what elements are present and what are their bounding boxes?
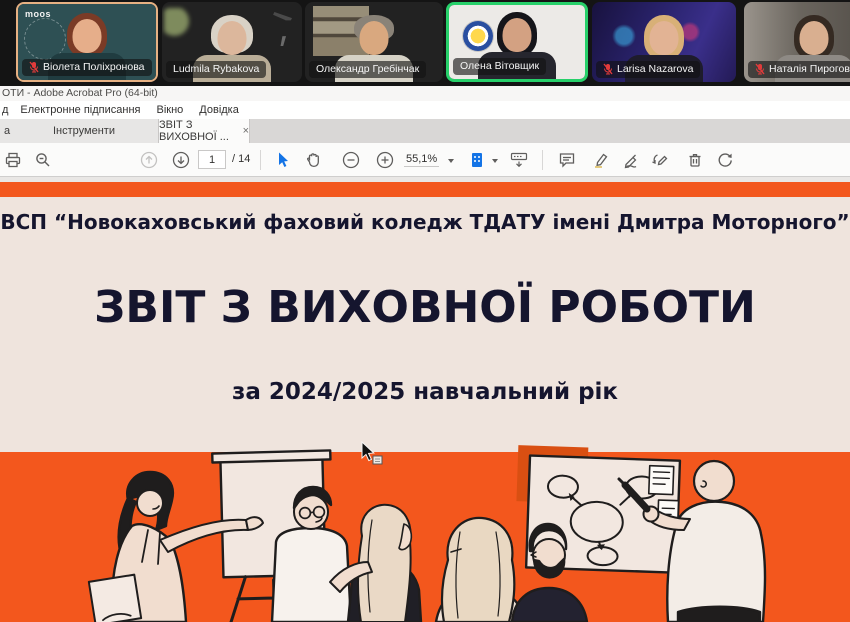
search-icon[interactable] [32, 149, 54, 171]
menu-item-window[interactable]: Вікно [148, 101, 191, 119]
participant-name-pill: Олександр Гребінчак [309, 61, 426, 78]
participant-name: Олександр Гребінчак [316, 63, 419, 75]
participant-tile-oleksandr[interactable]: Олександр Гребінчак [305, 2, 443, 82]
video-strip: moos Віолета Поліхронова Ludmila Rybakov… [0, 0, 850, 86]
slide-subtitle: за 2024/2025 навчальний рік [0, 379, 850, 405]
comment-icon[interactable] [556, 149, 578, 171]
participant-name: Ludmila Rybakova [173, 63, 259, 75]
participant-name-pill: Віолета Поліхронова [22, 59, 152, 76]
fit-page-icon[interactable] [466, 149, 488, 171]
slide-orange-top-bar [0, 182, 850, 197]
page-number-input[interactable] [198, 150, 226, 169]
toolbar-divider [542, 150, 543, 170]
screen: moos Віолета Поліхронова Ludmila Rybakov… [0, 0, 850, 622]
toolbar-options-icon[interactable] [508, 149, 530, 171]
tab-document-active[interactable]: ЗВІТ З ВИХОВНОЇ ... × [158, 119, 250, 143]
hand-tool-icon[interactable] [302, 149, 324, 171]
participant-tile-natalia[interactable]: Наталія Пирогова [744, 2, 850, 82]
zoom-dropdown-caret-icon[interactable] [448, 159, 454, 163]
window-title: ОТИ - Adobe Acrobat Pro (64-bit) [2, 87, 158, 99]
participant-name-pill: Олена Вітовщик [453, 58, 546, 75]
zoom-out-icon[interactable] [340, 149, 362, 171]
menu-item-partial[interactable]: д [0, 101, 12, 119]
fill-sign-icon[interactable] [620, 149, 642, 171]
page-down-icon[interactable] [170, 149, 192, 171]
moos-logo: moos [25, 9, 51, 19]
tab-bar-empty [248, 119, 850, 143]
mic-muted-icon [29, 61, 39, 73]
participant-name-pill: Ludmila Rybakova [166, 61, 266, 78]
pdf-document-viewport[interactable]: ВСП “Новокаховський фаховий коледж ТДАТУ… [0, 177, 850, 622]
zoom-in-icon[interactable] [374, 149, 396, 171]
mic-muted-icon [603, 63, 613, 75]
slide-illustration [0, 440, 850, 622]
participant-name: Larisa Nazarova [617, 63, 693, 75]
mouse-cursor [360, 441, 384, 467]
zoom-level-value[interactable]: 55,1% [404, 153, 439, 167]
participant-tile-olena-active-speaker[interactable]: Олена Вітовщик [446, 2, 588, 82]
refresh-icon[interactable] [714, 149, 736, 171]
participant-tile-ludmila[interactable]: Ludmila Rybakova [162, 2, 302, 82]
delete-icon[interactable] [684, 149, 706, 171]
toolbar-divider [260, 150, 261, 170]
window-title-bar: ОТИ - Adobe Acrobat Pro (64-bit) [0, 86, 850, 101]
page-total-label: / 14 [232, 153, 250, 165]
participant-tile-larisa[interactable]: Larisa Nazarova [592, 2, 736, 82]
participant-name: Наталія Пирогова [769, 63, 850, 75]
participant-name-pill: Наталія Пирогова [748, 61, 850, 78]
participant-name: Віолета Поліхронова [43, 61, 145, 73]
tab-home-partial[interactable]: а [0, 119, 14, 143]
participant-tile-violeta[interactable]: moos Віолета Поліхронова [16, 2, 158, 82]
toolbar: / 14 55,1% [0, 143, 850, 177]
slide-title: ЗВІТ З ВИХОВНОЇ РОБОТИ [0, 282, 850, 333]
menu-item-esign[interactable]: Електронне підписання [12, 101, 148, 119]
edit-icon[interactable] [650, 149, 672, 171]
tab-document-label: ЗВІТ З ВИХОВНОЇ ... [159, 119, 237, 143]
highlight-icon[interactable] [590, 149, 612, 171]
tab-close-icon[interactable]: × [243, 125, 249, 137]
participant-name: Олена Вітовщик [460, 60, 539, 72]
print-icon[interactable] [2, 149, 24, 171]
fit-page-dropdown-caret-icon[interactable] [492, 159, 498, 163]
slide-college-line: ВСП “Новокаховський фаховий коледж ТДАТУ… [0, 210, 850, 234]
tab-tools[interactable]: Інструменти [14, 119, 154, 143]
mic-muted-icon [755, 63, 765, 75]
page-up-icon[interactable] [138, 149, 160, 171]
menu-item-help[interactable]: Довідка [191, 101, 247, 119]
tab-bar: а Інструменти ЗВІТ З ВИХОВНОЇ ... × [0, 119, 850, 143]
menu-bar: д Електронне підписання Вікно Довідка [0, 101, 850, 119]
select-tool-icon[interactable] [272, 149, 294, 171]
participant-name-pill: Larisa Nazarova [596, 61, 700, 78]
